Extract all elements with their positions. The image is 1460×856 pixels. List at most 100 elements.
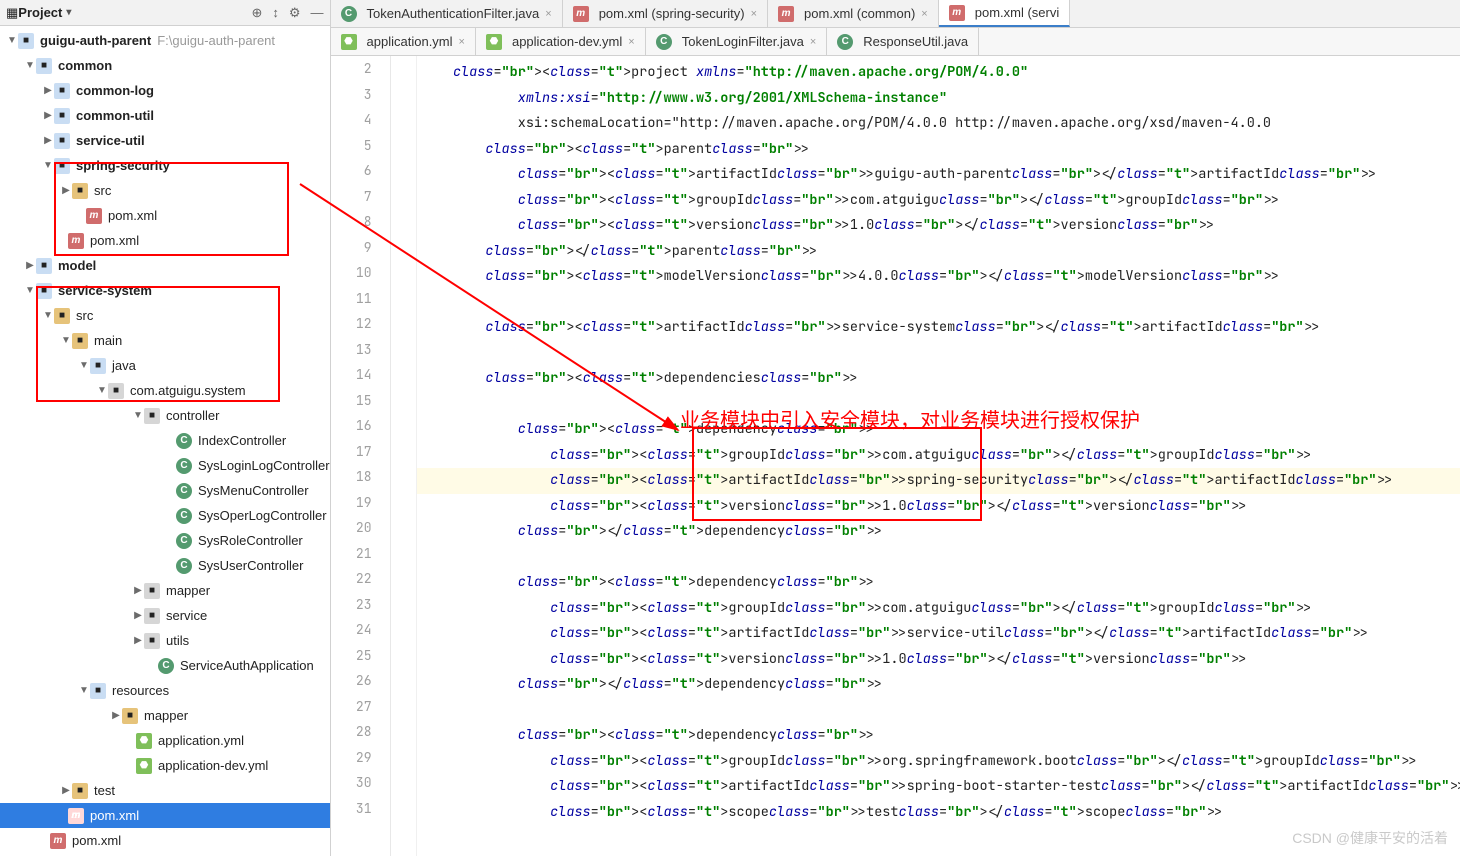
tree-item[interactable]: ▶■src [0, 178, 330, 203]
editor-tabs-row2: ⬣application.yml×⬣application-dev.yml×CT… [331, 28, 1460, 56]
tree-item[interactable]: ▶■common-util [0, 103, 330, 128]
tree-item[interactable]: ▼■common [0, 53, 330, 78]
tree-item[interactable]: ▶■mapper [0, 578, 330, 603]
class-icon: C [176, 433, 192, 449]
chevron-down-icon[interactable]: ▾ [66, 7, 71, 18]
editor-tab[interactable]: CTokenLoginFilter.java× [646, 28, 828, 55]
yaml-icon: ⬣ [341, 34, 357, 50]
gear-icon[interactable]: ⚙ [289, 5, 301, 21]
tree-item[interactable]: mpom.xml [0, 203, 330, 228]
tree-item[interactable]: ▼■controller [0, 403, 330, 428]
class-icon: C [176, 533, 192, 549]
tree-item[interactable]: ▶■test [0, 778, 330, 803]
maven-icon: m [86, 208, 102, 224]
tree-item[interactable]: ▼■main [0, 328, 330, 353]
close-icon[interactable]: × [545, 8, 551, 20]
editor-tab[interactable]: mpom.xml (common)× [768, 0, 939, 27]
yaml-icon: ⬣ [486, 34, 502, 50]
project-icon: ▦ [6, 5, 18, 21]
tree-item[interactable]: CIndexController [0, 428, 330, 453]
tree-item[interactable]: mpom.xml [0, 828, 330, 853]
maven-icon: m [949, 5, 965, 21]
module-icon: ■ [36, 58, 52, 74]
tree-item[interactable]: ▶■mapper [0, 703, 330, 728]
class-icon: C [176, 458, 192, 474]
maven-icon: m [50, 833, 66, 849]
hide-icon[interactable]: — [311, 5, 324, 21]
editor-tab[interactable]: mpom.xml (spring-security)× [563, 0, 768, 27]
expand-icon[interactable]: ↕ [272, 5, 279, 21]
tree-item[interactable]: ▶■service-util [0, 128, 330, 153]
class-icon: C [837, 34, 853, 50]
class-icon: C [656, 34, 672, 50]
package-icon: ■ [144, 608, 160, 624]
tree-item[interactable]: ▶■common-log [0, 78, 330, 103]
tab-label: TokenAuthenticationFilter.java [367, 6, 540, 21]
tab-label: pom.xml (spring-security) [599, 6, 745, 21]
module-icon: ■ [54, 133, 70, 149]
editor-tab[interactable]: C TokenAuthenticationFilter.java × [331, 0, 563, 27]
project-tree[interactable]: ▼■guigu-auth-parentF:\guigu-auth-parent … [0, 26, 330, 856]
maven-icon: m [68, 808, 84, 824]
module-icon: ■ [36, 283, 52, 299]
tree-item[interactable]: CSysLoginLogController [0, 453, 330, 478]
module-icon: ■ [54, 108, 70, 124]
tab-label: application.yml [367, 34, 453, 49]
tree-item[interactable]: CSysUserController [0, 553, 330, 578]
editor-tab[interactable]: m pom.xml (servi [939, 0, 1071, 27]
tree-item[interactable]: ▼■src [0, 303, 330, 328]
class-icon: C [176, 558, 192, 574]
tree-item[interactable]: CSysMenuController [0, 478, 330, 503]
tree-item[interactable]: ▼■spring-security [0, 153, 330, 178]
tree-item-selected[interactable]: mpom.xml [0, 803, 330, 828]
package-icon: ■ [144, 408, 160, 424]
editor-tabs-row1: CTokenAuthenticationFilter.java×mpom.xml… [331, 0, 1460, 28]
source-folder-icon: ■ [90, 358, 106, 374]
tree-item[interactable]: CSysOperLogController [0, 503, 330, 528]
tree-item[interactable]: ▼■service-system [0, 278, 330, 303]
folder-icon: ■ [72, 333, 88, 349]
tree-item[interactable]: ⬣application-dev.yml [0, 753, 330, 778]
folder-icon: ■ [72, 783, 88, 799]
close-icon[interactable]: × [628, 36, 634, 48]
editor-tab[interactable]: C ResponseUtil.java [827, 28, 979, 55]
class-icon: C [176, 483, 192, 499]
tree-item[interactable]: ▶■service [0, 603, 330, 628]
tab-label: application-dev.yml [512, 34, 622, 49]
module-icon: ■ [54, 83, 70, 99]
close-icon[interactable]: × [921, 8, 927, 20]
tree-item[interactable]: CServiceAuthApplication [0, 653, 330, 678]
close-icon[interactable]: × [751, 8, 757, 20]
editor-tab[interactable]: ⬣ application-dev.yml × [476, 28, 646, 55]
editor-tab[interactable]: ⬣ application.yml × [331, 28, 476, 55]
locate-icon[interactable]: ⊕ [251, 5, 262, 21]
package-icon: ■ [108, 383, 124, 399]
tree-item[interactable]: mpom.xml [0, 228, 330, 253]
yaml-icon: ⬣ [136, 758, 152, 774]
tree-item[interactable]: ▼■resources [0, 678, 330, 703]
close-icon[interactable]: × [810, 36, 816, 48]
package-icon: ■ [144, 633, 160, 649]
tree-item[interactable]: ▼■com.atguigu.system [0, 378, 330, 403]
tree-item[interactable]: ⬣application.yml [0, 728, 330, 753]
tree-item[interactable]: ▼■java [0, 353, 330, 378]
folder-icon: ■ [122, 708, 138, 724]
module-icon: ■ [18, 33, 34, 49]
tab-label: pom.xml (servi [975, 5, 1060, 20]
project-title[interactable]: Project ▾ [18, 5, 71, 20]
code-editor[interactable]: class="br"><class="t">project xmlns="htt… [417, 56, 1460, 856]
tree-item[interactable]: ▶■utils [0, 628, 330, 653]
resources-folder-icon: ■ [90, 683, 106, 699]
class-icon: C [176, 508, 192, 524]
close-icon[interactable]: × [459, 36, 465, 48]
maven-icon: m [68, 233, 84, 249]
tab-label: ResponseUtil.java [863, 34, 968, 49]
tree-item[interactable]: ▶■model [0, 253, 330, 278]
module-icon: ■ [54, 158, 70, 174]
tree-root[interactable]: ▼■guigu-auth-parentF:\guigu-auth-parent [0, 28, 330, 53]
tree-item[interactable]: CSysRoleController [0, 528, 330, 553]
class-icon: C [341, 6, 357, 22]
class-icon: C [158, 658, 174, 674]
editor-area: CTokenAuthenticationFilter.java×mpom.xml… [331, 0, 1460, 856]
package-icon: ■ [144, 583, 160, 599]
